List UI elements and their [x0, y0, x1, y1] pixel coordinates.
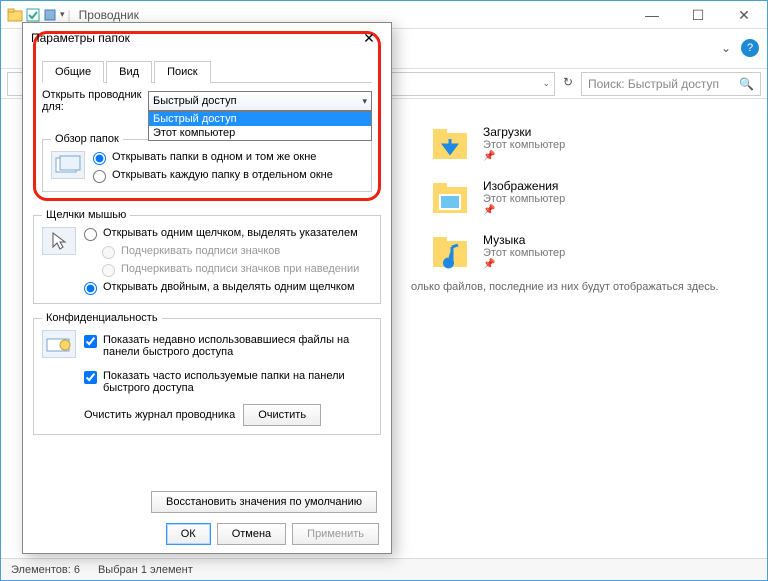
radio-single-click[interactable]: Открывать одним щелчком, выделять указат… [84, 227, 359, 241]
dialog-close-button[interactable]: ✕ [355, 30, 383, 47]
status-count: Элементов: 6 [11, 564, 80, 576]
tab-search[interactable]: Поиск [154, 61, 210, 83]
qat-check-icon[interactable] [26, 8, 40, 22]
qat-props-icon[interactable] [43, 8, 57, 22]
chevron-down-icon: ▾ [362, 96, 367, 107]
qat-dropdown-icon[interactable]: ▾ [60, 9, 65, 20]
search-icon[interactable]: 🔍 [739, 77, 754, 91]
cancel-button[interactable]: Отмена [217, 523, 286, 545]
tab-general[interactable]: Общие [42, 61, 104, 83]
radio-separate-window[interactable]: Открывать каждую папку в отдельном окне [93, 169, 333, 183]
item-sub: Этот компьютер [483, 247, 565, 259]
clear-button[interactable]: Очистить [243, 404, 321, 426]
combo-option[interactable]: Быстрый доступ [149, 112, 371, 126]
pin-icon: 📌 [483, 151, 565, 162]
browse-folders-group: Обзор папок Открывать папки в одном и то… [42, 133, 372, 192]
ok-button[interactable]: ОК [166, 523, 211, 545]
clear-label: Очистить журнал проводника [84, 409, 235, 421]
apply-button[interactable]: Применить [292, 523, 379, 545]
cursor-icon [42, 227, 76, 255]
privacy-icon [42, 330, 76, 358]
list-item[interactable]: Загрузки Этот компьютер 📌 [421, 116, 767, 170]
item-name: Загрузки [483, 125, 565, 139]
search-placeholder: Поиск: Быстрый доступ [588, 77, 719, 91]
browse-icon [51, 151, 85, 179]
content-hint-text: олько файлов, последние из них будут ото… [411, 281, 747, 293]
highlight-annotation: Общие Вид Поиск Открыть проводник для: Б… [33, 31, 381, 201]
window-title: Проводник [79, 8, 139, 22]
radio-underline-always: Подчеркивать подписи значков [84, 245, 359, 259]
radio-underline-hover: Подчеркивать подписи значков при наведен… [84, 263, 359, 277]
help-icon[interactable]: ? [741, 39, 759, 57]
search-input[interactable]: Поиск: Быстрый доступ 🔍 [581, 72, 761, 96]
pin-icon: 📌 [483, 205, 565, 216]
downloads-folder-icon [429, 122, 471, 164]
item-sub: Этот компьютер [483, 139, 565, 151]
music-folder-icon [429, 230, 471, 272]
click-legend: Щелчки мышью [42, 209, 130, 221]
explorer-app-icon [7, 7, 23, 23]
item-name: Изображения [483, 179, 565, 193]
combo-dropdown: Быстрый доступ Этот компьютер [148, 111, 372, 141]
ribbon-expand-icon[interactable]: ⌄ [721, 41, 731, 55]
restore-defaults-button[interactable]: Восстановить значения по умолчанию [151, 491, 377, 513]
item-sub: Этот компьютер [483, 193, 565, 205]
status-bar: Элементов: 6 Выбран 1 элемент [1, 558, 767, 580]
close-button[interactable]: ✕ [721, 1, 767, 29]
list-item[interactable]: Изображения Этот компьютер 📌 [421, 170, 767, 224]
tab-view[interactable]: Вид [106, 61, 152, 83]
status-selection: Выбран 1 элемент [98, 564, 193, 576]
privacy-group: Конфиденциальность Показать недавно испо… [33, 312, 381, 435]
item-name: Музыка [483, 233, 565, 247]
minimize-button[interactable]: — [629, 1, 675, 29]
browse-legend: Обзор папок [51, 133, 123, 145]
check-frequent-folders[interactable]: Показать часто используемые папки на пан… [84, 370, 372, 394]
list-item[interactable]: Музыка Этот компьютер 📌 [421, 224, 767, 278]
maximize-button[interactable]: ☐ [675, 1, 721, 29]
check-recent-files[interactable]: Показать недавно использовавшиеся файлы … [84, 334, 372, 358]
refresh-icon[interactable]: ↻ [559, 75, 577, 93]
click-behavior-group: Щелчки мышью Открывать одним щелчком, вы… [33, 209, 381, 304]
pictures-folder-icon [429, 176, 471, 218]
radio-double-click[interactable]: Открывать двойным, а выделять одним щелч… [84, 281, 359, 295]
addr-dropdown-icon[interactable]: ⌄ [542, 78, 550, 89]
dialog-title: Параметры папок [31, 31, 355, 45]
folder-options-dialog: Параметры папок ✕ Общие Вид Поиск Открыт… [22, 22, 392, 554]
combo-value: Быстрый доступ [153, 95, 237, 107]
combo-option[interactable]: Этот компьютер [149, 126, 371, 140]
open-for-label: Открыть проводник для: [42, 89, 142, 113]
open-for-combo[interactable]: Быстрый доступ ▾ Быстрый доступ Этот ком… [148, 91, 372, 111]
pin-icon: 📌 [483, 259, 565, 270]
radio-same-window[interactable]: Открывать папки в одном и том же окне [93, 151, 333, 165]
privacy-legend: Конфиденциальность [42, 312, 162, 324]
